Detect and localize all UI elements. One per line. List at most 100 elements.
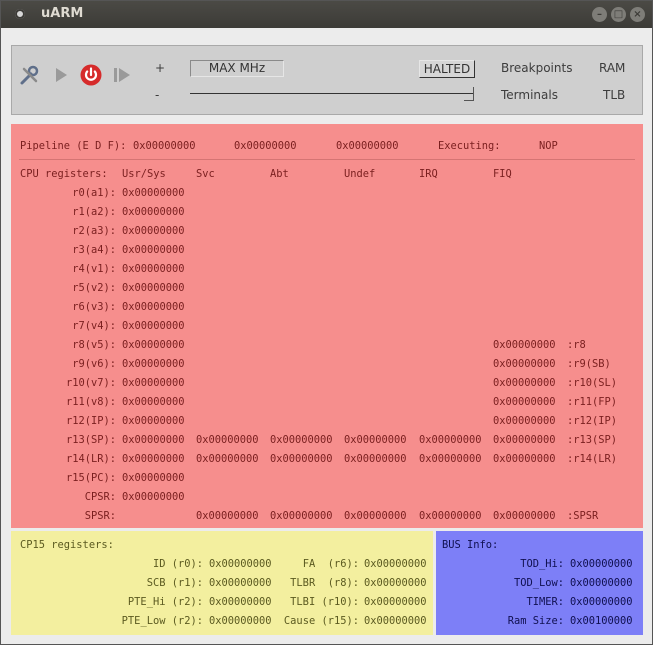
register-value: 0x00000000 [270, 453, 333, 465]
register-value: 0x00000000 [122, 339, 185, 351]
play-icon[interactable] [49, 63, 73, 87]
register-column-header: Svc [196, 168, 215, 180]
register-name: r15(PC): [65, 472, 116, 484]
register-value: 0x00000000 [122, 320, 185, 332]
bus-info-value: 0x00100000 [570, 615, 633, 627]
cpu-registers-label: CPU registers: [20, 168, 108, 180]
register-name: SPSR: [84, 510, 116, 522]
ram-button[interactable]: RAM [599, 61, 625, 75]
register-value: 0x00000000 [122, 396, 185, 408]
register-value: 0x00000000 [196, 434, 259, 446]
pipeline-execute: 0x00000000 [133, 140, 196, 152]
register-value: 0x00000000 [122, 358, 185, 370]
step-forward-icon[interactable] [110, 63, 134, 87]
pipeline-fetch: 0x00000000 [336, 140, 399, 152]
cp15-title: CP15 registers: [20, 539, 114, 551]
register-value: 0x00000000 [493, 453, 556, 465]
power-icon[interactable] [79, 63, 103, 87]
register-column-header: FIQ [493, 168, 512, 180]
bus-info-label: TIMER: [526, 596, 564, 608]
register-name: r1(a2): [72, 206, 116, 218]
register-value: 0x00000000 [493, 377, 556, 389]
register-alias: :r14(LR) [567, 453, 618, 465]
register-name: r14(LR): [65, 453, 116, 465]
register-name: r11(v8): [65, 396, 116, 408]
cp15-register-value: 0x00000000 [364, 615, 427, 627]
terminals-button[interactable]: Terminals [501, 88, 558, 102]
app-icon [15, 9, 25, 19]
close-button[interactable]: × [630, 7, 645, 22]
cp15-panel: CP15 registers: ID (r0): 0x00000000 SCB (r… [11, 531, 433, 635]
bus-info-value: 0x00000000 [570, 558, 633, 570]
minimize-button[interactable]: – [592, 7, 607, 22]
cp15-register-value: 0x00000000 [364, 577, 427, 589]
speed-decrease-button[interactable]: - [155, 88, 159, 102]
register-column-header: IRQ [419, 168, 438, 180]
register-name: r13(SP): [65, 434, 116, 446]
window-title: uARM [41, 6, 84, 21]
executing-instruction: NOP [539, 140, 558, 152]
register-value: 0x00000000 [493, 339, 556, 351]
toolbar: + - MAX MHz HALTED Breakpoints RAM Termi… [11, 45, 643, 115]
speed-slider[interactable] [190, 93, 474, 94]
register-value: 0x00000000 [122, 453, 185, 465]
register-value: 0x00000000 [344, 510, 407, 522]
register-value: 0x00000000 [122, 206, 185, 218]
register-value: 0x00000000 [419, 453, 482, 465]
register-alias: :r13(SP) [567, 434, 618, 446]
maximize-button[interactable]: □ [611, 7, 626, 22]
register-value: 0x00000000 [122, 434, 185, 446]
register-value: 0x00000000 [270, 434, 333, 446]
bus-info-label: TOD_Hi: [520, 558, 564, 570]
register-name: r3(a4): [72, 244, 116, 256]
register-value: 0x00000000 [270, 510, 333, 522]
executing-label: Executing: [438, 140, 501, 152]
register-name: r12(IP): [65, 415, 116, 427]
register-value: 0x00000000 [196, 510, 259, 522]
register-value: 0x00000000 [493, 358, 556, 370]
register-value: 0x00000000 [419, 434, 482, 446]
register-alias: :r12(IP) [567, 415, 618, 427]
register-column-header: Abt [270, 168, 289, 180]
register-name: CPSR: [84, 491, 116, 503]
tlb-button[interactable]: TLB [603, 88, 625, 102]
register-alias: :r11(FP) [567, 396, 618, 408]
register-value: 0x00000000 [122, 491, 185, 503]
register-name: r4(v1): [72, 263, 116, 275]
speed-slider-handle[interactable] [464, 87, 474, 101]
register-value: 0x00000000 [493, 396, 556, 408]
register-name: r10(v7): [65, 377, 116, 389]
register-name: r2(a3): [72, 225, 116, 237]
register-column-header: Undef [344, 168, 376, 180]
register-name: r5(v2): [72, 282, 116, 294]
register-value: 0x00000000 [493, 415, 556, 427]
breakpoints-button[interactable]: Breakpoints [501, 61, 572, 75]
bus-info-label: TOD_Low: [513, 577, 564, 589]
bus-title: BUS Info: [442, 539, 499, 551]
register-alias: :r10(SL) [567, 377, 618, 389]
register-value: 0x00000000 [122, 244, 185, 256]
cp15-register-label: PTE_Hi (r2): [127, 596, 203, 608]
cp15-register-label: SCB (r1): [146, 577, 203, 589]
register-value: 0x00000000 [122, 301, 185, 313]
cp15-register-label: FA (r6): [302, 558, 359, 570]
halted-button[interactable]: HALTED [419, 60, 475, 78]
speed-increase-button[interactable]: + [155, 61, 165, 75]
cp15-register-label: TLBI (r10): [290, 596, 359, 608]
cp15-register-value: 0x00000000 [364, 558, 427, 570]
bus-info-label: Ram Size: [507, 615, 564, 627]
register-value: 0x00000000 [122, 282, 185, 294]
register-alias: :r8 [567, 339, 586, 351]
register-value: 0x00000000 [122, 187, 185, 199]
cp15-register-value: 0x00000000 [364, 596, 427, 608]
register-value: 0x00000000 [122, 225, 185, 237]
register-name: r0(a1): [72, 187, 116, 199]
cp15-register-label: ID (r0): [152, 558, 203, 570]
register-value: 0x00000000 [122, 377, 185, 389]
cp15-register-label: PTE_Low (r2): [121, 615, 203, 627]
register-name: r6(v3): [72, 301, 116, 313]
settings-icon[interactable] [18, 63, 42, 87]
title-bar[interactable]: uARM – □ × [1, 1, 652, 28]
register-value: 0x00000000 [344, 434, 407, 446]
cp15-register-label: Cause (r15): [283, 615, 359, 627]
